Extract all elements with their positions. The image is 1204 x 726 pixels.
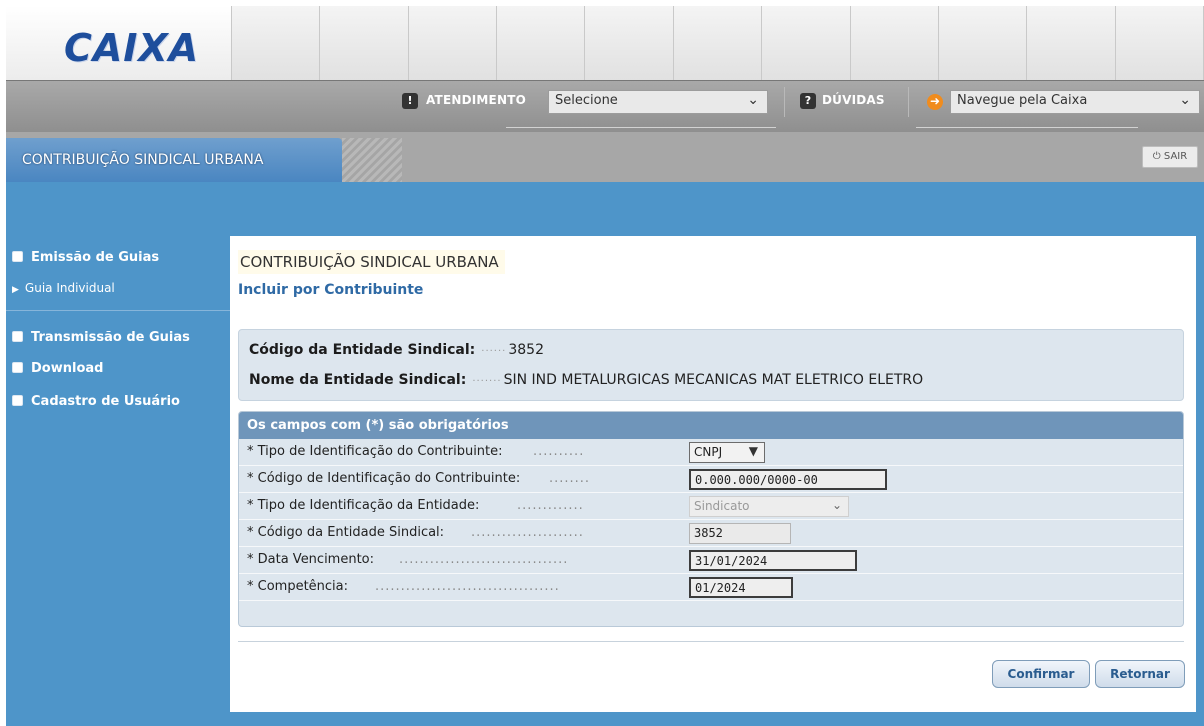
- row-tipo-contribuinte: * Tipo de Identificação do Contribuinte:…: [239, 439, 1183, 466]
- competencia-input[interactable]: 01/2024: [689, 577, 793, 598]
- tab-contribuicao-sindical[interactable]: CONTRIBUIÇÃO SINDICAL URBANA: [6, 138, 342, 182]
- form-box: Os campos com (*) são obrigatórios * Tip…: [238, 411, 1184, 627]
- sidebar-item-guia-individual[interactable]: ▶ Guia Individual: [12, 281, 115, 295]
- tab-decoration: [342, 138, 402, 182]
- divider: [238, 641, 1184, 642]
- chevron-down-icon: ▼: [748, 444, 758, 458]
- bullet-icon: [12, 395, 23, 406]
- sidebar-item-emissao[interactable]: Emissão de Guias: [12, 250, 159, 265]
- bullet-icon: [12, 362, 23, 373]
- main-panel: CONTRIBUIÇÃO SINDICAL URBANA Incluir por…: [230, 236, 1196, 712]
- power-icon: ⏻: [1152, 151, 1161, 162]
- data-vencimento-input[interactable]: 31/01/2024: [689, 550, 857, 571]
- duvidas-link[interactable]: DÚVIDAS: [822, 93, 885, 107]
- tipo-contribuinte-select[interactable]: CNPJ ▼: [689, 442, 765, 463]
- tab-row: CONTRIBUIÇÃO SINDICAL URBANA: [0, 132, 1204, 182]
- chevron-down-icon: ⌄: [831, 498, 842, 512]
- sidebar-item-cadastro[interactable]: Cadastro de Usuário: [12, 394, 180, 409]
- page-title: CONTRIBUIÇÃO SINDICAL URBANA: [238, 250, 505, 274]
- row-data-vencimento: * Data Vencimento: .....................…: [239, 547, 1183, 574]
- caixa-logo[interactable]: CAIXA: [6, 6, 232, 80]
- bullet-icon: [12, 251, 23, 262]
- atendimento-label: ATENDIMENTO: [426, 93, 526, 107]
- logo-text: CAIXA: [64, 26, 200, 70]
- back-button[interactable]: Retornar: [1095, 660, 1185, 688]
- row-tipo-entidade: * Tipo de Identificação da Entidade: ...…: [239, 493, 1183, 520]
- entity-name-value: SIN IND METALURGICAS MECANICAS MAT ELETR…: [503, 372, 924, 388]
- sidebar-item-transmissao[interactable]: Transmissão de Guias: [12, 330, 190, 345]
- chevron-down-icon: ⌄: [1179, 92, 1191, 108]
- tipo-entidade-select[interactable]: Sindicato ⌄: [689, 496, 849, 517]
- chevron-down-icon: ⌄: [747, 92, 759, 108]
- sidebar-item-download[interactable]: Download: [12, 361, 103, 376]
- row-codigo-contribuinte: * Código de Identificação do Contribuint…: [239, 466, 1183, 493]
- codigo-contribuinte-input[interactable]: 0.000.000/0000-00: [689, 469, 887, 490]
- navegue-select[interactable]: Navegue pela Caixa ⌄: [950, 90, 1200, 114]
- bullet-icon: [12, 331, 23, 342]
- entity-code-row: Código da Entidade Sindical: ······ 3852: [249, 342, 544, 358]
- confirm-button[interactable]: Confirmar: [992, 660, 1090, 688]
- sidebar: Emissão de Guias ▶ Guia Individual Transm…: [6, 236, 230, 726]
- row-codigo-entidade: * Código da Entidade Sindical: .........…: [239, 520, 1183, 547]
- help-icon: ?: [800, 93, 816, 109]
- exit-button[interactable]: ⏻ SAIR: [1142, 146, 1198, 168]
- atendimento-icon: !: [402, 93, 418, 109]
- arrow-right-icon: ➜: [927, 94, 943, 110]
- entity-name-row: Nome da Entidade Sindical: ······· SIN IND…: [249, 372, 924, 388]
- atendimento-select[interactable]: Selecione ⌄: [548, 90, 768, 114]
- row-competencia: * Competência: .........................…: [239, 574, 1183, 601]
- entity-info-box: Código da Entidade Sindical: ······ 3852 N…: [238, 329, 1184, 401]
- header-decoration: [232, 6, 1204, 80]
- entity-code-value: 3852: [508, 342, 544, 358]
- page-subtitle: Incluir por Contribuinte: [238, 282, 424, 298]
- triangle-right-icon: ▶: [12, 285, 19, 295]
- codigo-entidade-input[interactable]: 3852: [689, 523, 791, 544]
- form-header: Os campos com (*) são obrigatórios: [239, 412, 1183, 439]
- navigation-bar: ! ATENDIMENTO Selecione ⌄ ? DÚVIDAS ➜ Na…: [6, 80, 1204, 132]
